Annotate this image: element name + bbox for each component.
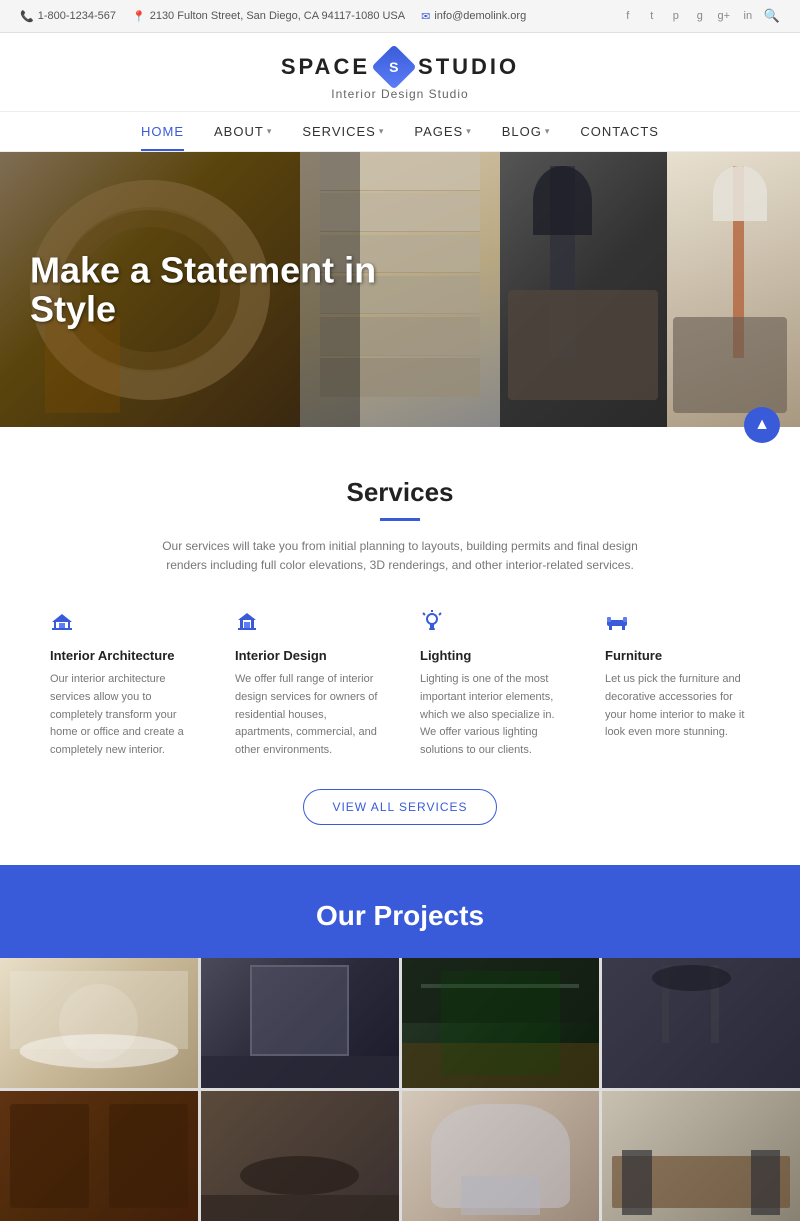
hero-section: Make a Statement in Style <box>0 152 800 427</box>
nav-label-pages: PAGES <box>414 124 463 139</box>
service-item-design: Interior Design We offer full range of i… <box>225 610 390 759</box>
project-thumb-3[interactable] <box>402 958 600 1088</box>
project-detail-1 <box>0 958 198 1088</box>
main-navigation: HOME ABOUT ▾ SERVICES ▾ PAGES ▾ BLOG ▾ C… <box>0 111 800 152</box>
service-item-architecture: Interior Architecture Our interior archi… <box>40 610 205 759</box>
hero-headline-line2: Style <box>30 289 116 330</box>
service-name-furniture: Furniture <box>605 648 750 663</box>
linkedin-icon[interactable]: in <box>740 8 756 24</box>
services-divider <box>380 518 420 521</box>
phone-icon: 📞 <box>20 10 34 23</box>
nav-label-services: SERVICES <box>302 124 376 139</box>
service-name-lighting: Lighting <box>420 648 565 663</box>
nav-item-pages[interactable]: PAGES ▾ <box>414 124 471 139</box>
logo-badge: S <box>371 44 416 89</box>
nav-label-blog: BLOG <box>502 124 542 139</box>
project-thumb-6[interactable] <box>201 1091 399 1221</box>
brand-row: SPACE S STUDIO <box>20 51 780 83</box>
address-text: 2130 Fulton Street, San Diego, CA 94117-… <box>150 10 405 22</box>
chevron-down-icon: ▾ <box>466 126 472 137</box>
project-detail-2 <box>201 958 399 1088</box>
pinterest-icon[interactable]: p <box>668 8 684 24</box>
projects-section: Our Projects <box>0 865 800 932</box>
projects-grid <box>0 958 800 1221</box>
project-thumb-8[interactable] <box>602 1091 800 1221</box>
hero-text: Make a Statement in Style <box>30 250 376 329</box>
chevron-down-icon: ▾ <box>545 126 551 137</box>
email-text: info@demolink.org <box>434 10 526 22</box>
address-info: 📍 2130 Fulton Street, San Diego, CA 9411… <box>132 10 405 23</box>
architecture-icon <box>50 610 195 640</box>
logo-letter: S <box>389 59 398 75</box>
nav-label-home: HOME <box>141 124 184 139</box>
project-detail-7 <box>402 1091 600 1221</box>
service-desc-furniture: Let us pick the furniture and decorative… <box>605 671 750 741</box>
project-thumb-1[interactable] <box>0 958 198 1088</box>
top-bar: 📞 1-800-1234-567 📍 2130 Fulton Street, S… <box>0 0 800 33</box>
nav-label-contacts: CONTACTS <box>580 124 659 139</box>
project-detail-8 <box>602 1091 800 1221</box>
contact-info: 📞 1-800-1234-567 📍 2130 Fulton Street, S… <box>20 10 526 23</box>
chevron-down-icon: ▾ <box>379 126 385 137</box>
services-grid: Interior Architecture Our interior archi… <box>40 610 760 759</box>
projects-title: Our Projects <box>20 900 780 932</box>
view-all-services-button[interactable]: View All Services <box>303 789 496 825</box>
search-icon[interactable]: 🔍 <box>764 8 780 24</box>
brand-tagline: Interior Design Studio <box>20 87 780 101</box>
nav-item-blog[interactable]: BLOG ▾ <box>502 124 551 139</box>
project-thumb-2[interactable] <box>201 958 399 1088</box>
email-info: ✉ info@demolink.org <box>421 10 526 23</box>
hero-headline-line1: Make a Statement in <box>30 249 376 290</box>
service-desc-architecture: Our interior architecture services allow… <box>50 671 195 759</box>
projects-arrow-container <box>0 932 800 958</box>
project-detail-5 <box>0 1091 198 1221</box>
project-thumb-7[interactable] <box>402 1091 600 1221</box>
services-section: Services Our services will take you from… <box>0 427 800 865</box>
lighting-icon <box>420 610 565 640</box>
projects-divider-arrow <box>380 932 420 950</box>
brand-name-part2: STUDIO <box>418 54 519 80</box>
location-icon: 📍 <box>132 10 146 23</box>
phone-number: 1-800-1234-567 <box>38 10 116 22</box>
project-thumb-4[interactable] <box>602 958 800 1088</box>
service-item-lighting: Lighting Lighting is one of the most imp… <box>410 610 575 759</box>
email-icon: ✉ <box>421 10 430 23</box>
service-desc-lighting: Lighting is one of the most important in… <box>420 671 565 759</box>
chevron-down-icon: ▾ <box>267 126 273 137</box>
nav-item-contacts[interactable]: CONTACTS <box>580 124 659 139</box>
nav-item-services[interactable]: SERVICES ▾ <box>302 124 384 139</box>
brand-name-part1: SPACE <box>281 54 370 80</box>
project-detail-6 <box>201 1091 399 1221</box>
nav-label-about: ABOUT <box>214 124 264 139</box>
design-icon <box>235 610 380 640</box>
service-item-furniture: Furniture Let us pick the furniture and … <box>595 610 760 759</box>
nav-item-about[interactable]: ABOUT ▾ <box>214 124 272 139</box>
hero-col-4 <box>667 152 800 427</box>
service-name-architecture: Interior Architecture <box>50 648 195 663</box>
twitter-icon[interactable]: t <box>644 8 660 24</box>
googleplus-icon[interactable]: g+ <box>716 8 732 24</box>
furniture-icon <box>605 610 750 640</box>
services-title: Services <box>40 477 760 508</box>
service-name-design: Interior Design <box>235 648 380 663</box>
facebook-icon[interactable]: f <box>620 8 636 24</box>
social-links: f t p g g+ in 🔍 <box>620 8 780 24</box>
hero-headline: Make a Statement in Style <box>30 250 376 329</box>
scroll-up-button[interactable]: ▲ <box>744 407 780 443</box>
services-description: Our services will take you from initial … <box>150 537 650 575</box>
google-icon[interactable]: g <box>692 8 708 24</box>
service-desc-design: We offer full range of interior design s… <box>235 671 380 759</box>
logo-header: SPACE S STUDIO Interior Design Studio <box>0 33 800 111</box>
project-detail-4 <box>602 958 800 1088</box>
hero-col-3 <box>500 152 667 427</box>
project-detail-3 <box>402 958 600 1088</box>
nav-item-home[interactable]: HOME <box>141 124 184 139</box>
project-thumb-5[interactable] <box>0 1091 198 1221</box>
phone-info: 📞 1-800-1234-567 <box>20 10 116 23</box>
